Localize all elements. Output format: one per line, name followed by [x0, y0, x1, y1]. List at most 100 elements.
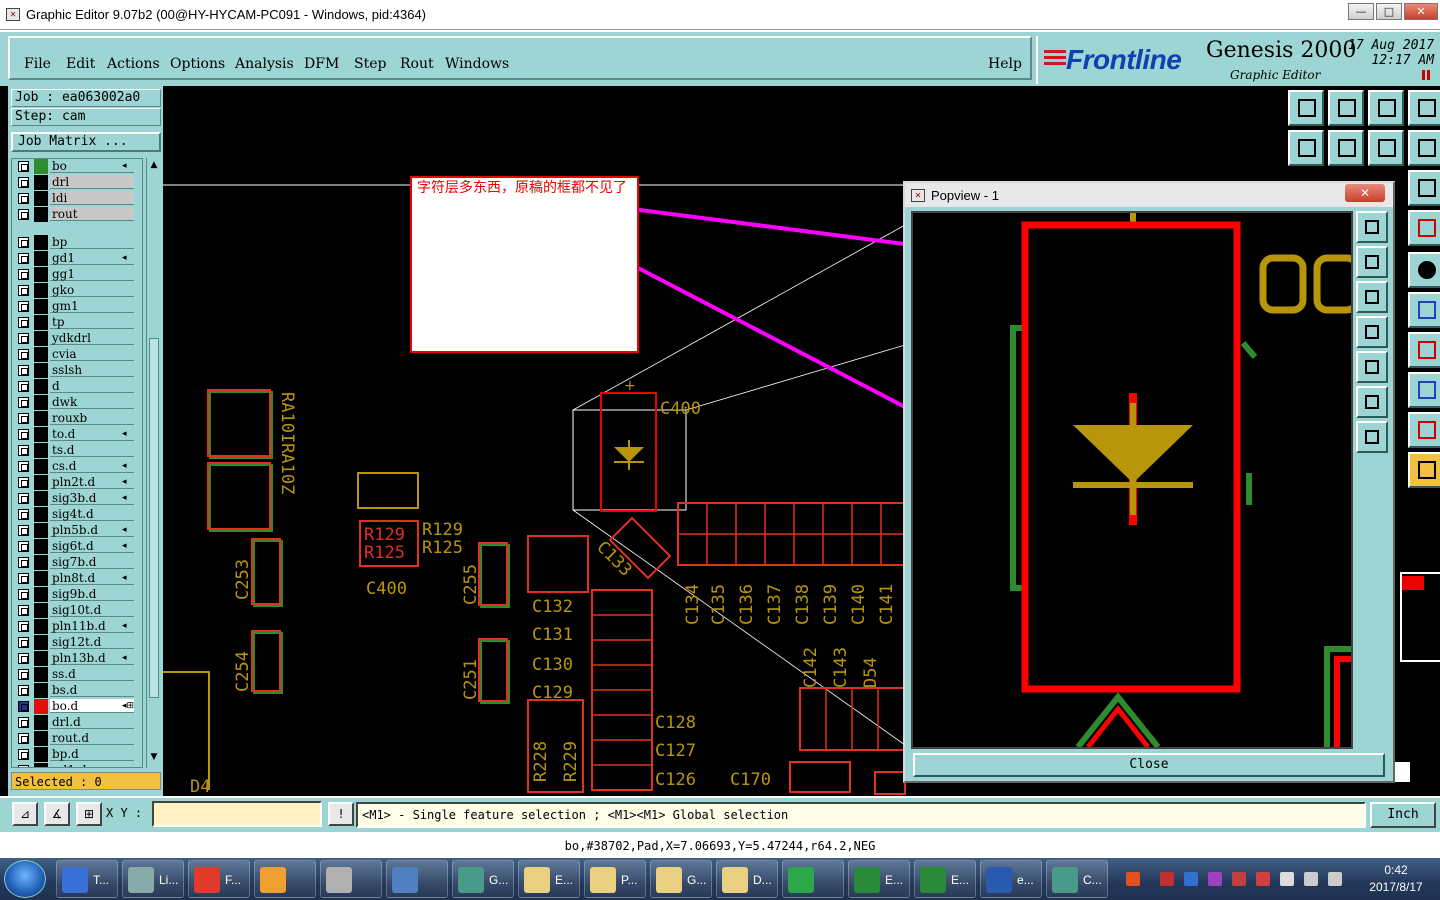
layer-color-swatch[interactable]: [34, 763, 48, 767]
taskbar-button[interactable]: Li...: [122, 860, 184, 898]
layer-name[interactable]: bp: [50, 235, 134, 249]
layer-checkbox[interactable]: [18, 749, 29, 760]
layer-row[interactable]: to.d ◂: [12, 427, 142, 442]
layer-color-swatch[interactable]: [34, 347, 48, 362]
layer-row[interactable]: gd1.d: [12, 763, 142, 767]
layer-checkbox[interactable]: [18, 349, 29, 360]
layer-row[interactable]: bo ◂: [12, 159, 142, 174]
layer-name[interactable]: ydkdrl: [50, 331, 134, 345]
layer-dropdown-icon[interactable]: ◂: [122, 461, 127, 471]
menu-edit[interactable]: Edit: [66, 56, 95, 72]
layer-row[interactable]: drl: [12, 175, 142, 190]
taskbar-button[interactable]: F...: [188, 860, 250, 898]
taskbar-button[interactable]: P...: [584, 860, 646, 898]
layer-checkbox[interactable]: [18, 317, 29, 328]
layer-checkbox[interactable]: [18, 717, 29, 728]
layer-color-swatch[interactable]: [34, 475, 48, 490]
layer-color-swatch[interactable]: [34, 299, 48, 314]
layer-dropdown-icon[interactable]: ◂: [122, 493, 127, 503]
layer-dropdown-icon[interactable]: ◂: [122, 541, 127, 551]
layer-color-swatch[interactable]: [34, 459, 48, 474]
layer-row[interactable]: sig6t.d ◂: [12, 539, 142, 554]
taskbar-button[interactable]: G...: [452, 860, 514, 898]
tool-swap-icon[interactable]: [1368, 130, 1404, 166]
taskbar-clock[interactable]: 0:42 2017/8/17: [1356, 862, 1436, 896]
minimize-button[interactable]: —: [1348, 3, 1374, 20]
tool-arc-icon[interactable]: [1408, 412, 1440, 448]
layer-color-swatch[interactable]: [34, 651, 48, 666]
layer-name[interactable]: sslsh: [50, 363, 134, 377]
layer-name[interactable]: dwk: [50, 395, 134, 409]
menu-step[interactable]: Step: [354, 56, 386, 72]
layer-row[interactable]: tp: [12, 315, 142, 330]
layer-color-swatch[interactable]: [34, 235, 48, 250]
layer-row[interactable]: ldi: [12, 191, 142, 206]
layer-name[interactable]: ldi: [50, 191, 134, 205]
taskbar-button[interactable]: [254, 860, 316, 898]
layer-row[interactable]: sig12t.d: [12, 635, 142, 650]
layer-checkbox[interactable]: [18, 461, 29, 472]
layer-color-swatch[interactable]: [34, 363, 48, 378]
layer-checkbox[interactable]: [18, 733, 29, 744]
layer-name[interactable]: rout: [50, 207, 134, 221]
tray-flag-icon[interactable]: [1280, 872, 1294, 886]
taskbar-button[interactable]: [782, 860, 844, 898]
layer-color-swatch[interactable]: [34, 699, 48, 714]
layer-name[interactable]: sig12t.d: [50, 635, 134, 649]
start-button[interactable]: [4, 860, 46, 898]
layer-row[interactable]: ydkdrl: [12, 331, 142, 346]
layer-color-swatch[interactable]: [34, 427, 48, 442]
scroll-down-icon[interactable]: ▼: [148, 752, 160, 764]
layer-checkbox[interactable]: [18, 193, 29, 204]
layer-checkbox[interactable]: [18, 301, 29, 312]
layer-row[interactable]: rout.d: [12, 731, 142, 746]
layer-checkbox[interactable]: [18, 161, 29, 172]
layer-name[interactable]: rout.d: [50, 731, 134, 745]
layer-name[interactable]: gm1: [50, 299, 134, 313]
layer-checkbox[interactable]: [18, 381, 29, 392]
layer-row[interactable]: pln2t.d ◂: [12, 475, 142, 490]
popview-zoom-out-icon[interactable]: [1356, 281, 1388, 313]
tool-shapes-icon[interactable]: [1408, 372, 1440, 408]
layer-dropdown-icon[interactable]: ◂: [122, 525, 127, 535]
layer-name[interactable]: ss.d: [50, 667, 134, 681]
layer-checkbox[interactable]: [18, 397, 29, 408]
tool-home-icon[interactable]: [1368, 90, 1404, 126]
tray-bird-icon[interactable]: [1184, 872, 1198, 886]
tool-select-icon[interactable]: [1408, 452, 1440, 488]
menu-windows[interactable]: Windows: [445, 56, 509, 72]
layer-name[interactable]: rouxb: [50, 411, 134, 425]
tool-import-icon[interactable]: [1328, 90, 1364, 126]
layer-checkbox[interactable]: [18, 589, 29, 600]
popview-canvas[interactable]: [911, 211, 1353, 749]
layer-row[interactable]: bp.d: [12, 747, 142, 762]
popview-close-button[interactable]: Close: [913, 753, 1385, 777]
layer-row[interactable]: bp: [12, 235, 142, 250]
layer-row[interactable]: gko: [12, 283, 142, 298]
layer-color-swatch[interactable]: [34, 379, 48, 394]
taskbar-button[interactable]: [320, 860, 382, 898]
layer-checkbox[interactable]: [18, 209, 29, 220]
layer-name[interactable]: tp: [50, 315, 134, 329]
layer-name[interactable]: d: [50, 379, 134, 393]
layer-checkbox[interactable]: [18, 573, 29, 584]
layer-color-swatch[interactable]: [34, 331, 48, 346]
tool-line-icon[interactable]: [1408, 292, 1440, 328]
layer-color-swatch[interactable]: [34, 267, 48, 282]
menu-help[interactable]: Help: [988, 56, 1022, 72]
taskbar-button[interactable]: E...: [848, 860, 910, 898]
layer-row[interactable]: sig10t.d: [12, 603, 142, 618]
layer-dropdown-icon[interactable]: ◂⊞: [122, 701, 134, 711]
layer-row[interactable]: gm1: [12, 299, 142, 314]
layer-row[interactable]: pln13b.d ◂: [12, 651, 142, 666]
taskbar-button[interactable]: E...: [914, 860, 976, 898]
popview-zoom-home-icon[interactable]: [1356, 211, 1388, 243]
layer-color-swatch[interactable]: [34, 523, 48, 538]
layer-color-swatch[interactable]: [34, 587, 48, 602]
layer-color-swatch[interactable]: [34, 159, 48, 174]
layer-row[interactable]: sig3b.d ◂: [12, 491, 142, 506]
layer-list-scrollbar[interactable]: ▲ ▼: [146, 158, 160, 768]
popview-fit-icon[interactable]: [1356, 351, 1388, 383]
layer-row[interactable]: ts.d: [12, 443, 142, 458]
layer-checkbox[interactable]: [18, 765, 29, 767]
